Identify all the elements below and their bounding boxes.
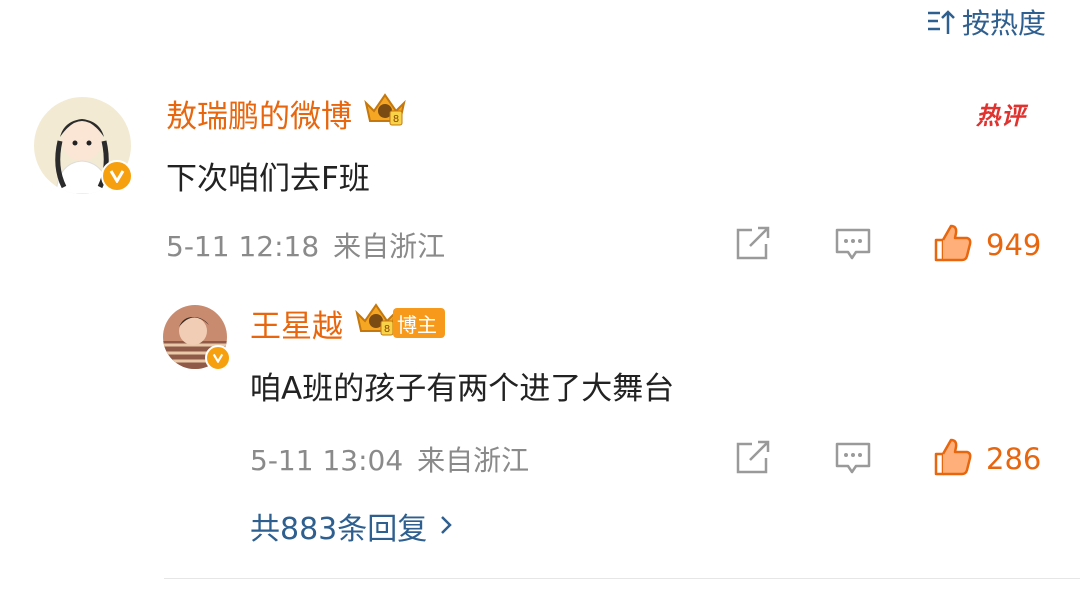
sort-by-popularity-button[interactable]: 按热度: [926, 4, 1046, 40]
crown-badge-icon: 8: [362, 89, 408, 137]
avatar[interactable]: [34, 97, 133, 194]
comment-icon: [834, 226, 872, 266]
share-button[interactable]: [734, 226, 772, 266]
reply-date: 5-11 13:04: [250, 444, 404, 477]
reply-meta: 5-11 13:04 来自浙江: [250, 439, 529, 479]
comment-username[interactable]: 敖瑞鹏的微博 8: [166, 91, 408, 136]
reply-comment-button[interactable]: [834, 440, 872, 480]
like-icon: [932, 222, 974, 268]
like-icon: [932, 436, 974, 482]
comment-date: 5-11 12:18: [166, 230, 320, 263]
verified-v-icon: [101, 160, 133, 192]
reply-location: 来自浙江: [417, 444, 530, 477]
reply-text: 咱A班的孩子有两个进了大舞台: [250, 371, 675, 407]
reply-username[interactable]: 王星越 8 博主: [250, 301, 445, 346]
reply-avatar[interactable]: [163, 305, 231, 371]
reply-button[interactable]: [834, 226, 872, 266]
share-icon: [734, 226, 772, 266]
blogger-badge: 博主: [393, 308, 445, 338]
comment-icon: [834, 440, 872, 480]
reply-share-button[interactable]: [734, 440, 772, 480]
svg-text:8: 8: [384, 324, 390, 335]
reply-username-text[interactable]: 王星越: [250, 301, 343, 346]
comment-meta: 5-11 12:18 来自浙江: [166, 225, 445, 265]
divider: [164, 578, 1080, 579]
reply-verified-v-icon: [205, 345, 231, 371]
reply-like-count: 286: [986, 442, 1042, 476]
sort-label: 按热度: [961, 7, 1046, 40]
like-count: 949: [986, 228, 1042, 262]
replies-count-label: 共883条回复: [250, 512, 428, 547]
view-all-replies-link[interactable]: 共883条回复: [250, 504, 453, 548]
svg-text:8: 8: [393, 114, 399, 125]
comment-text: 下次咱们去F班: [166, 161, 370, 197]
comment-location: 来自浙江: [333, 230, 446, 263]
share-icon: [734, 440, 772, 480]
chevron-right-icon: [439, 509, 453, 544]
comment-username-text[interactable]: 敖瑞鹏的微博: [166, 91, 352, 136]
hot-comment-tag: 热评: [976, 102, 1026, 130]
sort-icon: [926, 8, 956, 36]
reply-like-button[interactable]: 286: [932, 436, 1041, 482]
like-button[interactable]: 949: [932, 222, 1041, 268]
